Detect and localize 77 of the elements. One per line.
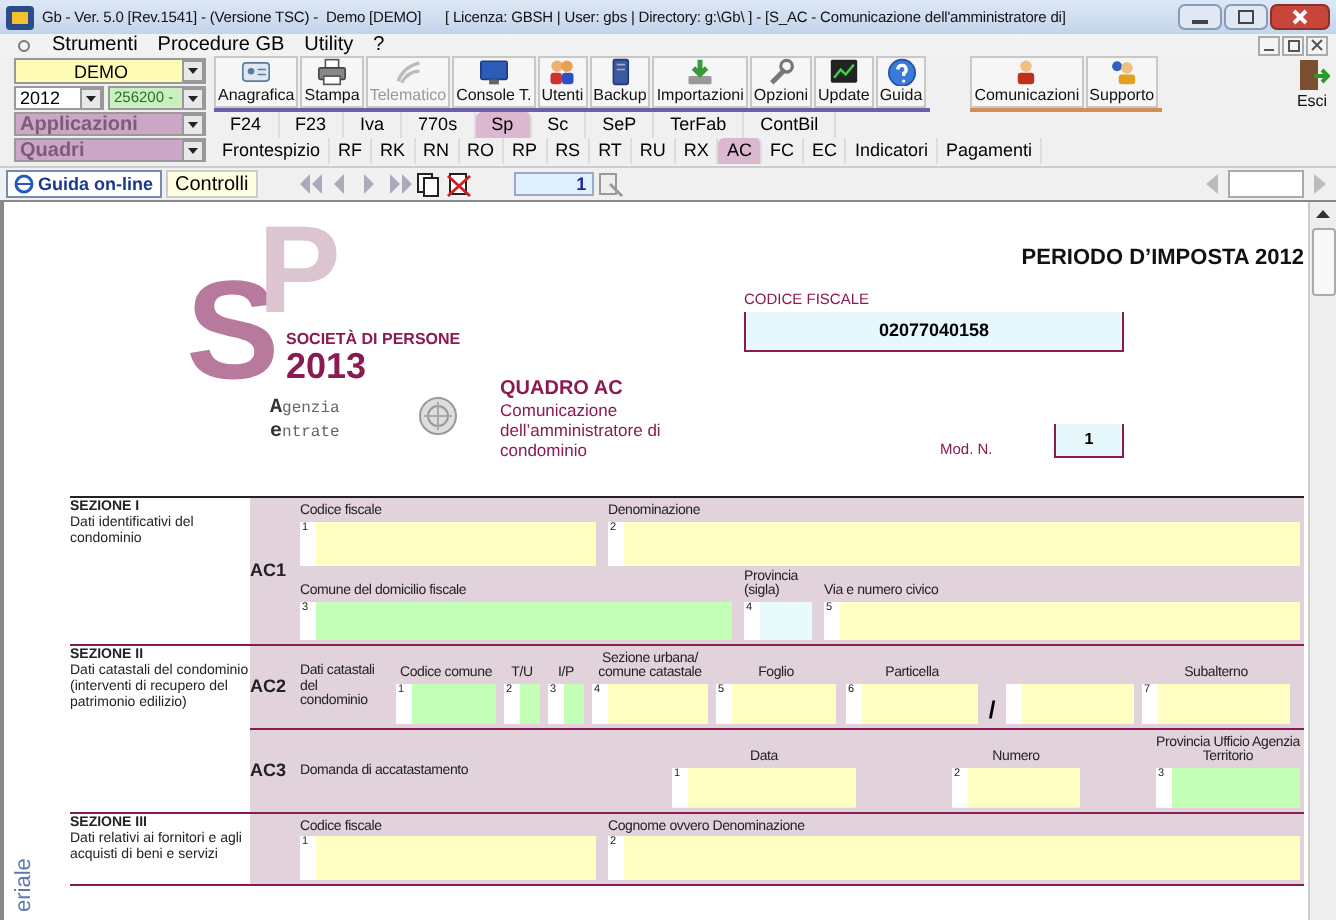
logo-text: SOCIETÀ DI PERSONE (286, 330, 461, 348)
maximize-icon (1224, 4, 1268, 30)
exit-icon (1294, 58, 1330, 92)
checks-button[interactable]: Controlli (165, 170, 259, 198)
scrollbar[interactable] (1308, 202, 1336, 920)
side-text: eriale (12, 858, 36, 912)
toolbar-button[interactable]: Anagrafica (214, 56, 299, 108)
tab[interactable]: FC (761, 138, 804, 164)
tab[interactable]: Iva (344, 112, 403, 138)
menu-item[interactable]: Strumenti (52, 34, 138, 56)
tab[interactable]: F23 (279, 112, 345, 138)
company-dropdown[interactable]: DEMO (14, 58, 206, 84)
globe-icon (14, 174, 34, 194)
minimize-icon (1178, 4, 1222, 30)
menu-item[interactable]: Procedure GB (157, 34, 285, 56)
tab[interactable]: Frontespizio (214, 138, 331, 164)
tab[interactable]: RT (590, 138, 632, 164)
toolbar-button[interactable]: Update (814, 56, 874, 108)
row-code: AC3 (250, 760, 287, 780)
tab[interactable]: Sp (475, 112, 532, 138)
copy-page-icon[interactable] (414, 170, 445, 198)
menu-item[interactable]: ? (373, 34, 385, 56)
year-dropdown[interactable]: 2012 (14, 86, 104, 110)
frame-subtitle: Comunicazione dell’amministratore di condominio (500, 400, 663, 460)
toolbar-button[interactable]: Opzioni (749, 56, 813, 108)
card-icon (238, 58, 275, 86)
toolbar-button[interactable]: Importazioni (652, 56, 748, 108)
app-icon (6, 5, 34, 29)
scroll-left-icon[interactable] (1202, 170, 1222, 198)
chart-icon (825, 58, 862, 86)
toolbar-button[interactable]: Backup (589, 56, 651, 108)
toolbar-button[interactable]: Supporto (1085, 56, 1159, 108)
toolbar-button[interactable]: Utenti (537, 56, 588, 108)
menu-item[interactable]: Utility (304, 34, 354, 56)
tab[interactable]: Indicatori (846, 138, 938, 164)
logo-year: 2013 (286, 348, 367, 386)
exit-button[interactable]: Esci (1292, 56, 1332, 112)
tab[interactable]: Pagamenti (938, 138, 1043, 164)
scroll-up-icon (1312, 206, 1334, 222)
tab[interactable]: Sc (531, 112, 587, 138)
tab[interactable]: F24 (214, 112, 280, 138)
page-search-icon[interactable] (598, 171, 625, 197)
period-title: PERIODO D’IMPOSTA 2012 (1019, 246, 1304, 270)
close-icon (1270, 4, 1330, 30)
delete-page-icon[interactable] (444, 170, 475, 198)
toolbar-button[interactable]: Guida (875, 56, 927, 108)
tab[interactable]: RP (504, 138, 548, 164)
tab[interactable]: RS (547, 138, 591, 164)
separator-slash: / (986, 695, 998, 723)
row-code: AC1 (250, 560, 287, 581)
monitor-icon (475, 58, 512, 86)
tab[interactable]: AC (718, 138, 762, 164)
printer-icon (314, 58, 351, 86)
tab[interactable]: EC (803, 138, 847, 164)
tab[interactable]: RK (372, 138, 416, 164)
menu-icon (16, 37, 32, 53)
input-field[interactable] (1228, 170, 1304, 198)
tab[interactable]: RO (459, 138, 505, 164)
help-link-button[interactable]: Guida on-line (6, 170, 161, 198)
page-field[interactable]: 1 (514, 172, 595, 196)
toolbar-button[interactable]: Console T. (452, 56, 536, 108)
help-icon (883, 58, 919, 86)
agency-logo-text: entrate (270, 422, 340, 444)
row-code: AC2 (250, 676, 287, 696)
emblem-icon (418, 396, 458, 436)
module-field[interactable]: 1 (1054, 424, 1124, 458)
agency-logo-text: Agenzia (270, 398, 340, 420)
tab[interactable]: RF (330, 138, 373, 164)
tab[interactable]: RU (631, 138, 676, 164)
tab[interactable]: SeP (586, 112, 655, 138)
frame-title: QUADRO AC (500, 378, 625, 400)
toolbar-button[interactable]: Stampa (300, 56, 364, 108)
toolbar-button[interactable]: Comunicazioni (970, 56, 1084, 108)
tab[interactable]: RN (415, 138, 460, 164)
scroll-thumb[interactable] (1311, 228, 1335, 296)
scroll-right-icon[interactable] (1310, 170, 1330, 198)
tax-code-field[interactable]: 02077040158 (744, 312, 1124, 352)
